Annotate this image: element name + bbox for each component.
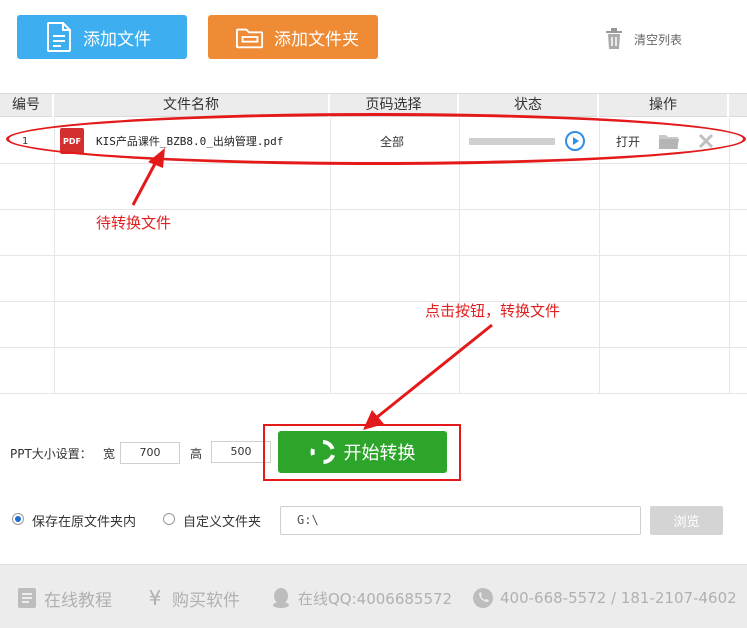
footer-qq-label: 在线QQ:4006685572 [298, 589, 453, 608]
start-convert-label: 开始转换 [343, 443, 416, 464]
yen-icon: ¥ [148, 586, 162, 610]
radio-original-folder[interactable] [12, 513, 24, 525]
refresh-icon [310, 439, 336, 465]
ppt-size-label: PPT大小设置： [10, 447, 92, 461]
width-label: 宽 [103, 447, 116, 461]
footer-bar: 在线教程 ¥ 购买软件 在线QQ:4006685572 400-668-5572… [0, 564, 747, 628]
footer-phone: 400-668-5572 / 181-2107-4602 [472, 587, 737, 609]
width-input[interactable]: 700 [120, 442, 180, 464]
footer-buy-link[interactable]: ¥ 购买软件 [144, 586, 240, 611]
radio-custom-folder[interactable] [163, 513, 175, 525]
output-path-input[interactable]: G:\ [280, 506, 641, 535]
document-icon [16, 587, 38, 609]
height-label: 高 [190, 447, 203, 461]
browse-button[interactable]: 浏览 [650, 506, 723, 535]
start-convert-button[interactable]: 开始转换 [278, 431, 447, 473]
annotation-pending-file: 待转换文件 [96, 214, 172, 232]
original-folder-label: 保存在原文件夹内 [32, 515, 137, 530]
footer-tutorial-label: 在线教程 [44, 590, 112, 611]
footer-qq-link[interactable]: 在线QQ:4006685572 [270, 587, 452, 609]
height-input[interactable]: 500 [211, 441, 271, 463]
footer-buy-label: 购买软件 [172, 590, 240, 611]
footer-tutorial-link[interactable]: 在线教程 [16, 587, 112, 611]
footer-phone-label: 400-668-5572 / 181-2107-4602 [500, 589, 737, 607]
custom-folder-label: 自定义文件夹 [183, 515, 262, 530]
qq-icon [270, 587, 292, 609]
annotation-click-hint: 点击按钮，转换文件 [425, 302, 561, 320]
phone-icon [472, 587, 494, 609]
